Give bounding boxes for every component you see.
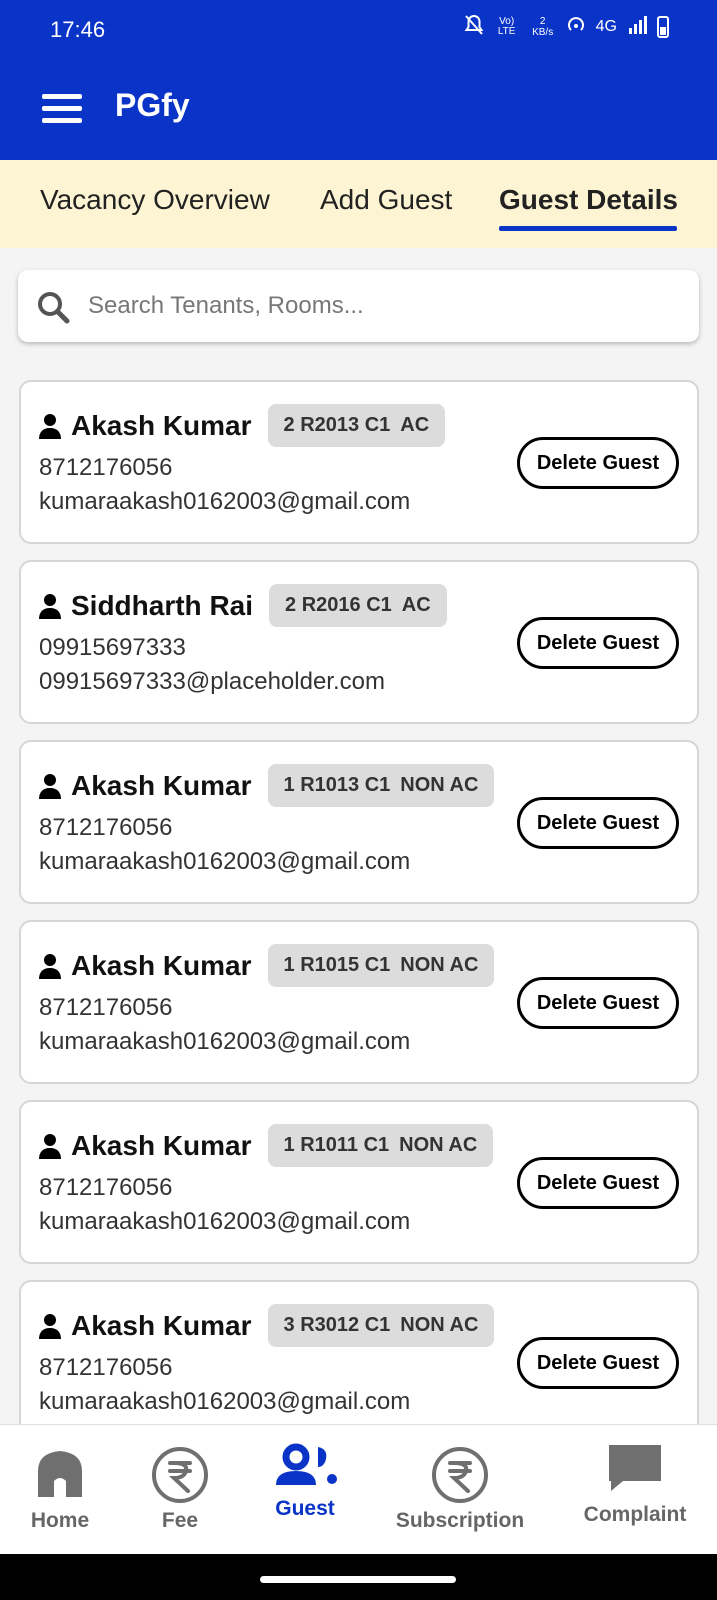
person-icon — [39, 593, 61, 619]
room-type: AC — [400, 414, 430, 436]
room-badge: 3 R3012 C1 NON AC — [267, 1304, 495, 1347]
person-icon — [39, 1133, 61, 1159]
room-type: NON AC — [400, 954, 479, 976]
guest-name: Akash Kumar — [71, 1129, 252, 1161]
room-code: 1 R1015 C1 — [283, 954, 391, 976]
mute-bell-icon — [464, 14, 484, 39]
nav-guest[interactable]: Guest — [260, 1425, 350, 1555]
room-badge: 1 R1011 C1 NON AC — [267, 1124, 494, 1167]
bottom-navigation: Home Fee Guest Subscription Complaint — [0, 1424, 717, 1554]
delete-guest-button[interactable]: Delete Guest — [517, 797, 679, 849]
guest-email: kumaraakash0162003@gmail.com — [39, 1208, 411, 1235]
search-input[interactable] — [88, 282, 678, 330]
guest-email: kumaraakash0162003@gmail.com — [39, 488, 411, 515]
nav-home-label: Home — [30, 1509, 90, 1532]
guest-card: Akash Kumar 2 R2013 C1 AC 8712176056 kuma… — [19, 380, 699, 544]
menu-icon[interactable] — [42, 94, 82, 123]
room-code: 3 R3012 C1 — [283, 1314, 391, 1336]
tab-vacancy-overview[interactable]: Vacancy Overview — [40, 184, 270, 216]
volte-icon: Vo) LTE — [497, 15, 516, 37]
delete-guest-button[interactable]: Delete Guest — [517, 1157, 679, 1209]
guest-name: Siddharth Rai — [71, 589, 254, 621]
status-bar: 17:46 Vo) LTE 2 KB/s 4G — [0, 0, 717, 60]
room-badge: 2 R2016 C1 AC — [269, 584, 447, 627]
nav-complaint-label: Complaint — [583, 1503, 687, 1526]
nav-fee-label: Fee — [161, 1509, 199, 1532]
delete-guest-button[interactable]: Delete Guest — [517, 617, 679, 669]
signal-icon — [627, 15, 647, 38]
room-type: NON AC — [400, 774, 479, 796]
person-icon — [39, 773, 61, 799]
guest-phone: 09915697333 — [39, 634, 186, 661]
tab-add-guest[interactable]: Add Guest — [320, 184, 452, 216]
guest-name: Akash Kumar — [71, 409, 252, 441]
delete-guest-button[interactable]: Delete Guest — [517, 1337, 679, 1389]
guests-icon — [276, 1443, 337, 1485]
guest-card: Akash Kumar 1 R1015 C1 NON AC 8712176056 … — [19, 920, 699, 1084]
room-code: 1 R1011 C1 — [283, 1134, 390, 1156]
battery-icon — [657, 15, 669, 38]
search-icon — [38, 292, 70, 324]
active-tab-indicator — [499, 226, 677, 231]
guest-email: 09915697333@placeholder.com — [39, 668, 385, 695]
room-badge: 1 R1015 C1 NON AC — [267, 944, 495, 987]
person-icon — [39, 413, 61, 439]
status-icons: Vo) LTE 2 KB/s 4G — [464, 14, 669, 39]
guest-email: kumaraakash0162003@gmail.com — [39, 1388, 411, 1415]
hotspot-icon — [566, 15, 586, 38]
room-code: 2 R2016 C1 — [285, 594, 392, 616]
nav-fee[interactable]: Fee — [140, 1425, 220, 1555]
guest-phone: 8712176056 — [39, 1354, 173, 1381]
room-type: NON AC — [399, 1134, 478, 1156]
chat-bubble-icon — [609, 1445, 661, 1491]
status-time: 17:46 — [50, 17, 106, 42]
guest-phone: 8712176056 — [39, 814, 173, 841]
room-type: AC — [401, 594, 431, 616]
system-navigation-bar — [0, 1554, 717, 1600]
search-bar — [18, 270, 699, 342]
room-type: NON AC — [400, 1314, 479, 1336]
guest-card: Akash Kumar 3 R3012 C1 NON AC 8712176056 … — [19, 1280, 699, 1424]
guest-phone: 8712176056 — [39, 1174, 173, 1201]
person-icon — [39, 1313, 61, 1339]
room-badge: 1 R1013 C1 NON AC — [267, 764, 495, 807]
network-type: 4G — [595, 17, 617, 35]
guest-list: Akash Kumar 2 R2013 C1 AC 8712176056 kuma… — [19, 380, 699, 1424]
rupee-icon — [432, 1447, 488, 1503]
tab-guest-details[interactable]: Guest Details — [499, 184, 678, 216]
guest-phone: 8712176056 — [39, 454, 173, 481]
home-gesture-handle[interactable] — [260, 1576, 456, 1583]
data-speed: 2 KB/s — [532, 15, 554, 38]
tab-bar: Vacancy Overview Add Guest Guest Details — [0, 160, 717, 248]
guest-card: Siddharth Rai 2 R2016 C1 AC 09915697333 0… — [19, 560, 699, 724]
guest-name: Akash Kumar — [71, 949, 252, 981]
room-code: 2 R2013 C1 — [283, 414, 391, 436]
nav-guest-label: Guest — [275, 1497, 335, 1520]
guest-phone: 8712176056 — [39, 994, 173, 1021]
delete-guest-button[interactable]: Delete Guest — [517, 977, 679, 1029]
delete-guest-button[interactable]: Delete Guest — [517, 437, 679, 489]
guest-card: Akash Kumar 1 R1011 C1 NON AC 8712176056 … — [19, 1100, 699, 1264]
person-icon — [39, 953, 61, 979]
app-bar: PGfy — [0, 60, 717, 160]
guest-card: Akash Kumar 1 R1013 C1 NON AC 8712176056 … — [19, 740, 699, 904]
nav-complaint[interactable]: Complaint — [580, 1425, 690, 1555]
room-badge: 2 R2013 C1 AC — [267, 404, 446, 447]
nav-subscription[interactable]: Subscription — [395, 1425, 525, 1555]
rupee-icon — [152, 1447, 208, 1503]
guest-email: kumaraakash0162003@gmail.com — [39, 1028, 411, 1055]
nav-home[interactable]: Home — [18, 1425, 102, 1555]
room-code: 1 R1013 C1 — [283, 774, 391, 796]
guest-email: kumaraakash0162003@gmail.com — [39, 848, 411, 875]
guest-name: Akash Kumar — [71, 1309, 252, 1341]
app-title: PGfy — [115, 87, 190, 123]
home-icon — [38, 1451, 82, 1497]
nav-subscription-label: Subscription — [395, 1509, 525, 1532]
guest-name: Akash Kumar — [71, 769, 252, 801]
